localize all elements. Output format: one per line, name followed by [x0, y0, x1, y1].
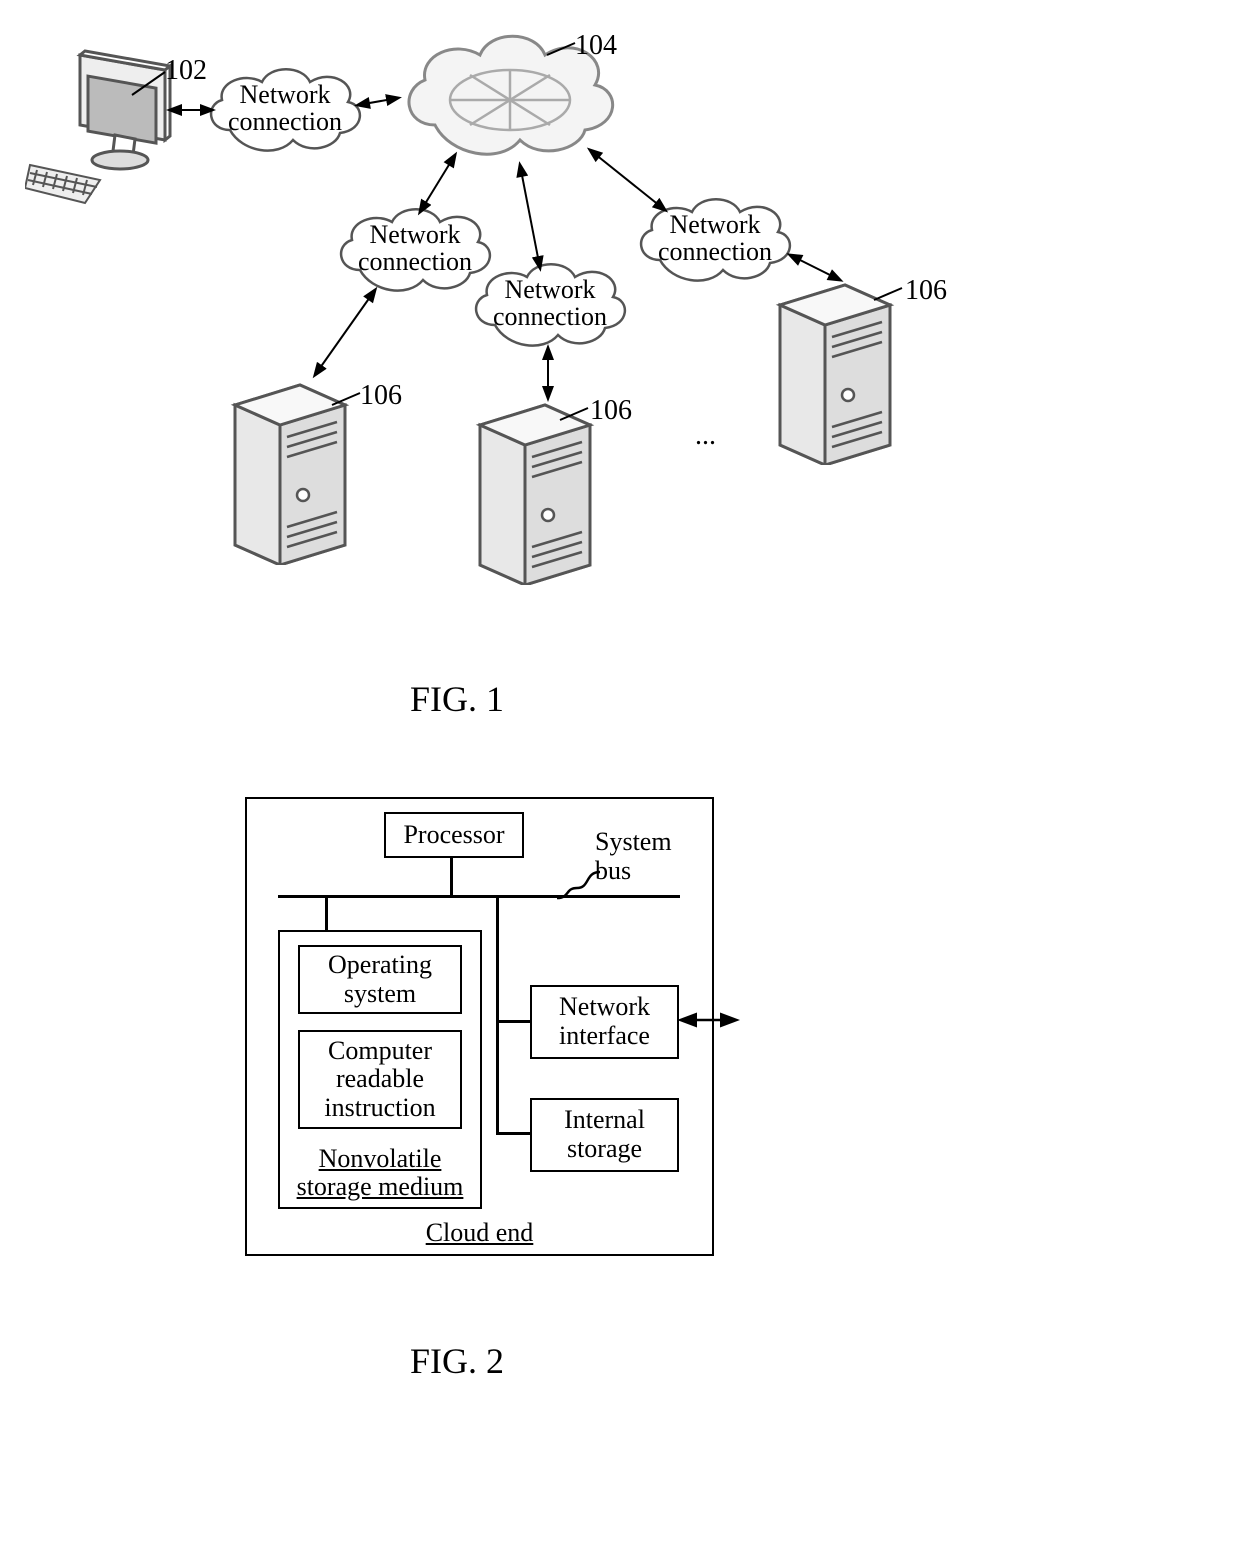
system-bus-squiggle — [555, 870, 605, 900]
system-bus-line — [278, 895, 680, 898]
system-bus-label: System bus — [595, 828, 672, 885]
bus-stub-mid — [496, 896, 499, 1061]
bus-stub-nvsm — [325, 896, 328, 931]
cri-label: Computer readable instruction — [324, 1037, 435, 1123]
leader-106c — [872, 285, 907, 305]
fig2-caption: FIG. 2 — [410, 1340, 504, 1382]
internal-storage-label: Internal storage — [564, 1106, 645, 1163]
cri-box: Computer readable instruction — [298, 1030, 462, 1129]
ellipsis: ... — [695, 420, 716, 452]
bus-stub-processor — [450, 857, 453, 897]
os-label: Operating system — [328, 951, 432, 1008]
net-interface-arrow — [677, 1010, 742, 1030]
os-box: Operating system — [298, 945, 462, 1014]
leader-106a — [330, 390, 365, 410]
cloud-end-label: Cloud end — [247, 1218, 712, 1248]
bus-tee-internal — [496, 1132, 531, 1135]
label-106b: 106 — [590, 395, 632, 427]
processor-label: Processor — [403, 820, 504, 850]
label-106a: 106 — [360, 380, 402, 412]
bus-stub-internal — [496, 1060, 499, 1135]
network-interface-box: Network interface — [530, 985, 679, 1059]
bus-tee-net — [496, 1020, 531, 1023]
leader-106b — [558, 405, 593, 425]
fig1-caption: FIG. 1 — [410, 678, 504, 720]
internal-storage-box: Internal storage — [530, 1098, 679, 1172]
canvas: 102 104 Network connection Network — [0, 0, 1240, 1551]
label-106c: 106 — [905, 275, 947, 307]
nvsm-label: Nonvolatile storage medium — [280, 1145, 480, 1202]
network-interface-label: Network interface — [559, 993, 650, 1050]
processor-box: Processor — [384, 812, 524, 858]
